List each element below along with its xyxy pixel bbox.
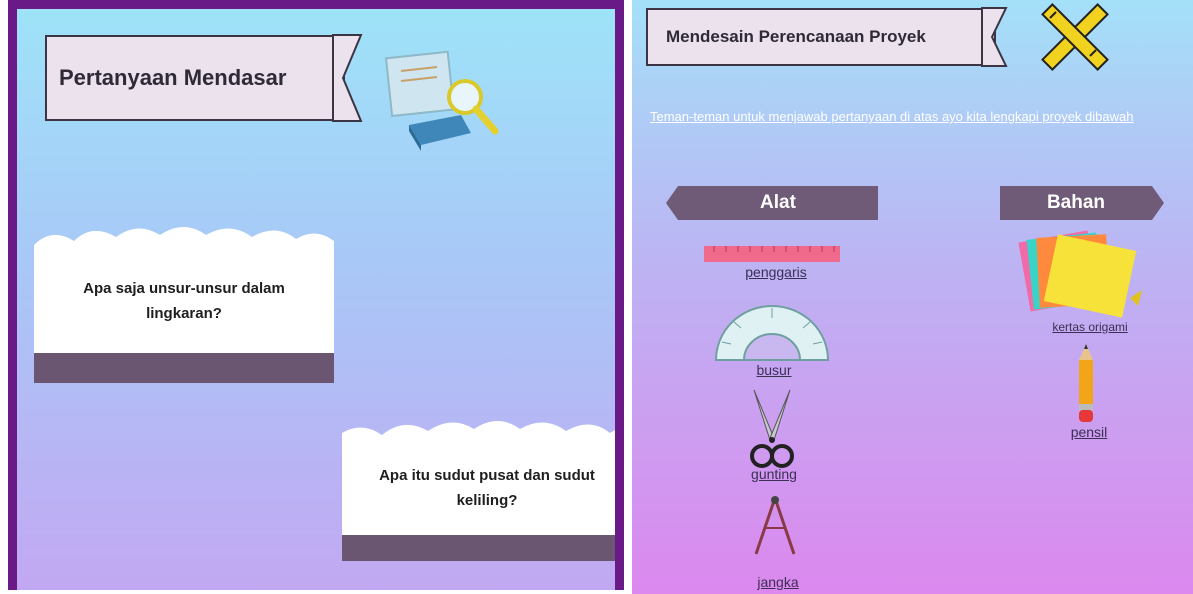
protractor-icon	[714, 305, 830, 361]
banner-ribbon-end	[332, 34, 363, 122]
compass-icon	[754, 496, 796, 555]
tool-label-busur[interactable]: busur	[756, 362, 791, 378]
question-text-2: Apa itu sudut pusat dan sudut keliling?	[342, 443, 615, 535]
page-title: Mendesain Perencanaan Proyek	[666, 27, 926, 46]
tool-label-gunting[interactable]: gunting	[751, 466, 797, 482]
material-label-kertas-origami[interactable]: kertas origami	[1052, 320, 1127, 334]
tool-label-jangka[interactable]: jangka	[757, 574, 798, 590]
material-label-pensil[interactable]: pensil	[1071, 424, 1108, 440]
tool-label-penggaris[interactable]: penggaris	[745, 264, 807, 280]
materials-header: Bahan	[1046, 192, 1106, 213]
banner-ribbon-end	[981, 7, 1008, 67]
question-card-bar	[342, 535, 615, 561]
right-panel: Mendesain Perencanaan Proyek Teman-teman…	[632, 0, 1193, 594]
question-card-bar	[34, 353, 334, 383]
page-title: Pertanyaan Mendasar	[59, 65, 287, 90]
left-panel: Pertanyaan Mendasar Apa saja unsur-unsur…	[8, 0, 624, 590]
magnifier-book-icon	[384, 50, 499, 151]
tools-header: Alat	[760, 192, 796, 213]
question-text-1: Apa saja unsur-unsur dalam lingkaran?	[34, 251, 334, 353]
scissors-icon	[750, 389, 794, 468]
question-card-2: Apa itu sudut pusat dan sudut keliling?	[342, 415, 615, 563]
question-card-1: Apa saja unsur-unsur dalam lingkaran?	[34, 223, 334, 385]
pencil-icon	[1079, 344, 1093, 422]
origami-paper-icon	[1018, 230, 1142, 318]
ruler-pencil-icon	[1041, 3, 1109, 71]
instruction-text[interactable]: Teman-teman untuk menjawab pertanyaan di…	[650, 106, 1180, 128]
title-banner: Pertanyaan Mendasar	[45, 34, 363, 122]
ruler-icon	[704, 246, 840, 262]
cloud-top	[34, 227, 334, 253]
cloud-top	[342, 421, 615, 445]
title-banner: Mendesain Perencanaan Proyek	[646, 7, 1008, 67]
